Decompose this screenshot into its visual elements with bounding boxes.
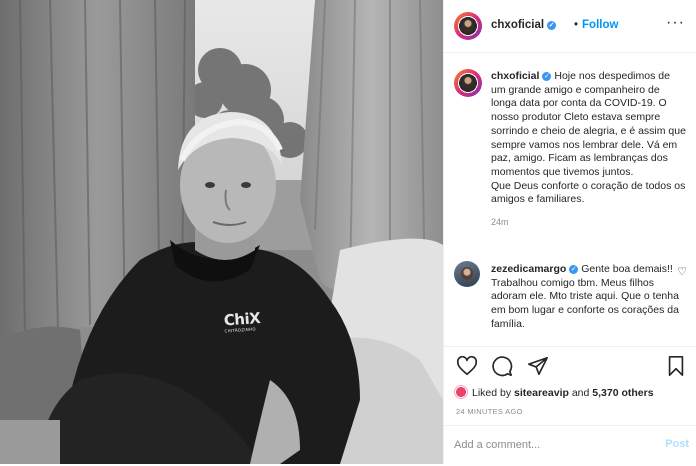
- comment-text: zezedicamargo ✓ Gente boa demais!! Trabal…: [491, 245, 687, 332]
- follow-button[interactable]: • Follow: [574, 19, 618, 31]
- caption-text: chxoficial ✓ Hoje nos despedimos de um gr…: [491, 53, 687, 207]
- post-sidebar: chxoficial ✓ • Follow ··· chxoficial ✓ Hoje…: [443, 0, 696, 464]
- action-bar: [456, 355, 558, 377]
- caption-body: Hoje nos despedimos de um grande amigo e…: [491, 70, 686, 206]
- comment-icon[interactable]: [491, 355, 513, 377]
- like-comment-icon[interactable]: ♡: [677, 265, 687, 278]
- list-item: zezedicamargo ✓ Gente boa demais!! Trabal…: [454, 245, 687, 332]
- comments-list[interactable]: chxoficial ✓ Hoje nos despedimos de um gr…: [444, 53, 696, 346]
- more-icon[interactable]: ···: [666, 14, 685, 32]
- account-username[interactable]: chxoficial ✓: [491, 19, 557, 31]
- bookmark-icon[interactable]: [665, 355, 687, 377]
- heart-icon[interactable]: [456, 355, 478, 377]
- commenter-avatar[interactable]: [454, 261, 480, 287]
- commenter-username[interactable]: zezedicamargo: [491, 263, 566, 275]
- liker-avatar[interactable]: [454, 385, 468, 399]
- verified-icon: ✓: [547, 21, 557, 30]
- likes-others[interactable]: 5,370 others: [592, 387, 653, 399]
- separator-dot: •: [574, 19, 579, 31]
- photo-scene: [0, 0, 443, 464]
- comment-input[interactable]: [454, 436, 644, 454]
- post-button[interactable]: Post: [665, 438, 689, 450]
- add-comment-bar: Post: [444, 425, 696, 466]
- post-timestamp[interactable]: 24 MINUTES AGO: [456, 407, 523, 416]
- verified-icon: ✓: [542, 72, 552, 81]
- post-header: chxoficial ✓ • Follow ···: [444, 0, 696, 53]
- post-actions: Liked by sitearea​vip and 5,370 others 2…: [444, 346, 696, 465]
- verified-icon: ✓: [569, 265, 579, 274]
- account-avatar[interactable]: [454, 12, 482, 40]
- caption-comment: chxoficial ✓ Hoje nos despedimos de um gr…: [454, 53, 687, 227]
- caption-username[interactable]: chxoficial: [491, 70, 539, 82]
- liker-username[interactable]: sitearea​vip: [514, 387, 569, 399]
- caption-avatar[interactable]: [454, 69, 482, 97]
- post-photo[interactable]: ChiX CHITÃOZINHO: [0, 0, 443, 464]
- shirt-logo: ChiX CHITÃOZINHO: [223, 309, 261, 334]
- caption-time[interactable]: 24m: [491, 217, 687, 227]
- likes-summary: Liked by sitearea​vip and 5,370 others: [454, 385, 654, 399]
- share-icon[interactable]: [527, 355, 549, 377]
